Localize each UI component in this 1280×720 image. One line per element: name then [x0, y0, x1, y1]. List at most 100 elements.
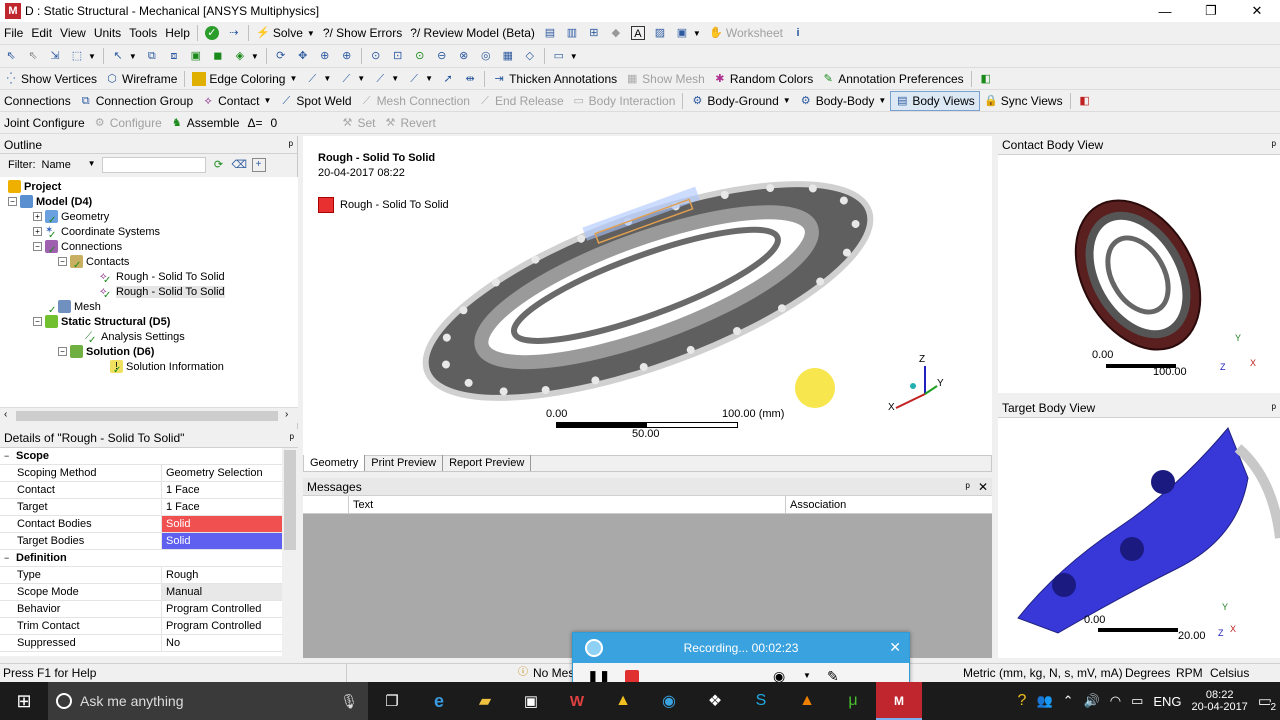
workbench-icon[interactable]: ▲: [600, 692, 646, 710]
solve-button[interactable]: ⚡ Solve ▼: [252, 23, 319, 43]
details-pin-icon[interactable]: ᵖ: [289, 431, 294, 445]
mesh-connection-button[interactable]: ⟋ Mesh Connection: [356, 91, 474, 111]
model-icon[interactable]: ◧: [975, 69, 997, 89]
edge-style-5-icon[interactable]: ➚: [437, 69, 459, 89]
probe-icon[interactable]: ◆: [605, 23, 627, 43]
thicken-annotations-button[interactable]: ⇥ Thicken Annotations: [488, 69, 621, 89]
wps-icon[interactable]: W: [554, 693, 600, 710]
scroll-left-icon[interactable]: ‹: [4, 409, 7, 420]
task-view-icon[interactable]: ❐: [368, 692, 416, 710]
edge-style-3-icon[interactable]: ⟋ ▼: [369, 69, 403, 89]
box-zoom-icon[interactable]: ⊕: [336, 46, 358, 66]
search-box[interactable]: Ask me anything 🎙: [48, 682, 368, 720]
edge-select-icon[interactable]: ⧉: [141, 46, 163, 66]
tree-item-contact-2[interactable]: ⟡ Rough - Solid To Solid: [100, 284, 225, 299]
tree-item-connections[interactable]: − Connections: [33, 239, 122, 254]
edge-style-6-icon[interactable]: ⇹: [459, 69, 481, 89]
face-select-icon[interactable]: ⧈: [163, 46, 185, 66]
chat-icon[interactable]: ▭: [1131, 693, 1143, 709]
details-row[interactable]: Target 1 Face: [0, 499, 282, 516]
viewport-layout-icon[interactable]: ▭ ▼: [548, 46, 582, 66]
details-row-contact-bodies[interactable]: Contact Bodies Solid: [0, 516, 282, 533]
notification-icon[interactable]: ▭ 2: [1258, 692, 1276, 713]
maximize-button[interactable]: ❐: [1188, 0, 1234, 22]
check-icon[interactable]: ✓: [201, 23, 223, 43]
tab-print-preview[interactable]: Print Preview: [365, 455, 444, 471]
wireframe-button[interactable]: ⬡ Wireframe: [101, 69, 181, 89]
edge-style-1-icon[interactable]: ⟋ ▼: [301, 69, 335, 89]
graphics-viewport[interactable]: Rough - Solid To Solid 20-04-2017 08:22 …: [303, 136, 992, 455]
info-icon[interactable]: i: [787, 23, 809, 43]
status-rpm[interactable]: RPM: [1176, 666, 1203, 680]
messages-pin-icon[interactable]: ᵖ: [965, 480, 970, 494]
details-row[interactable]: Scope Mode Manual: [0, 584, 282, 601]
tree-item-solution[interactable]: − Solution (D6): [58, 344, 154, 359]
named-selection-icon[interactable]: ◈ ▼: [229, 46, 263, 66]
vertex-select-icon[interactable]: ↖ ▼: [107, 46, 141, 66]
webcam-dropdown-icon[interactable]: ▼: [803, 671, 811, 680]
tree-item-model[interactable]: − Model (D4): [8, 194, 92, 209]
show-mesh-button[interactable]: ▦ Show Mesh: [621, 69, 709, 89]
magnifier-icon[interactable]: ⊙: [409, 46, 431, 66]
refresh-icon[interactable]: ⟳: [212, 158, 226, 172]
scroll-right-icon[interactable]: ›: [285, 409, 288, 420]
view-set-icon[interactable]: ▦: [497, 46, 519, 66]
zoom-icon[interactable]: ⊕: [314, 46, 336, 66]
image-icon[interactable]: ▨: [649, 23, 671, 43]
display-icon[interactable]: ▣ ▼: [671, 23, 705, 43]
pin-icon[interactable]: ᵖ: [1271, 138, 1276, 152]
sync-views-button[interactable]: 🔒 Sync Views: [980, 91, 1067, 111]
status-units[interactable]: Metric (mm, kg, N, s, mV, mA): [963, 666, 1123, 680]
utorrent-icon[interactable]: μ: [830, 692, 876, 710]
recording-close-icon[interactable]: ✕: [889, 639, 901, 656]
configure-button[interactable]: ⚙ Configure: [89, 113, 166, 133]
details-row[interactable]: Behavior Program Controlled: [0, 601, 282, 618]
filter-select[interactable]: Name ▼: [42, 159, 96, 171]
filter-input[interactable]: [101, 157, 206, 173]
contact-body-view[interactable]: 0.00 100.00 Y Z X: [998, 155, 1280, 393]
menu-edit[interactable]: Edit: [27, 23, 56, 43]
scroll-thumb[interactable]: [16, 411, 278, 421]
tree-item-contacts[interactable]: − Contacts: [58, 254, 129, 269]
minimize-button[interactable]: —: [1142, 0, 1188, 22]
end-release-button[interactable]: ⟋ End Release: [474, 91, 568, 111]
windows-start-icon[interactable]: ⊞: [0, 691, 48, 712]
scroll-thumb[interactable]: [284, 450, 296, 550]
messages-close-icon[interactable]: ✕: [978, 480, 988, 494]
tree-nav-icon[interactable]: ⇢: [223, 23, 245, 43]
delta-value[interactable]: 0: [266, 113, 336, 133]
tab-report-preview[interactable]: Report Preview: [443, 455, 532, 471]
select-mode-icon[interactable]: ⇖: [0, 46, 22, 66]
body-body-button[interactable]: ⚙ Body-Body ▼: [795, 91, 891, 111]
people-icon[interactable]: 👥: [1036, 693, 1052, 709]
skype-icon[interactable]: S: [738, 692, 784, 710]
next-view-icon[interactable]: ⊗: [453, 46, 475, 66]
body-interaction-button[interactable]: ▭ Body Interaction: [568, 91, 680, 111]
random-colors-button[interactable]: ✱ Random Colors: [709, 69, 817, 89]
tree-item-contact-1[interactable]: ⟡ Rough - Solid To Solid: [100, 269, 225, 284]
tree-item-mesh[interactable]: Mesh: [58, 299, 101, 314]
worksheet-button[interactable]: ✋ Worksheet: [705, 23, 787, 43]
expand-all-icon[interactable]: +: [251, 158, 266, 172]
details-row[interactable]: Type Rough: [0, 567, 282, 584]
details-vscroll[interactable]: [282, 448, 298, 656]
details-section-definition[interactable]: − Definition: [0, 550, 282, 567]
spot-weld-button[interactable]: ⟋ Spot Weld: [275, 91, 355, 111]
col-text[interactable]: Text: [349, 496, 786, 513]
review-model-button[interactable]: ?/ Review Model (Beta): [406, 23, 539, 43]
show-errors-button[interactable]: ?/ Show Errors: [319, 23, 406, 43]
volume-icon[interactable]: 🔊: [1084, 693, 1100, 709]
menu-help[interactable]: Help: [161, 23, 194, 43]
select-point-icon[interactable]: ⇖: [22, 46, 44, 66]
menu-view[interactable]: View: [56, 23, 90, 43]
tree-item-project[interactable]: Project: [8, 179, 61, 194]
details-row[interactable]: Trim Contact Program Controlled: [0, 618, 282, 635]
iso-view-icon[interactable]: ◎: [475, 46, 497, 66]
edge-coloring-button[interactable]: Edge Coloring ▼: [188, 69, 301, 89]
zoom-fit-icon[interactable]: ⊙: [365, 46, 387, 66]
previous-view-icon[interactable]: ⊖: [431, 46, 453, 66]
details-row[interactable]: Scoping Method Geometry Selection: [0, 465, 282, 482]
menu-tools[interactable]: Tools: [125, 23, 161, 43]
mechanical-task-icon[interactable]: M: [876, 682, 922, 720]
set-button[interactable]: ⚒ Set: [336, 113, 379, 133]
